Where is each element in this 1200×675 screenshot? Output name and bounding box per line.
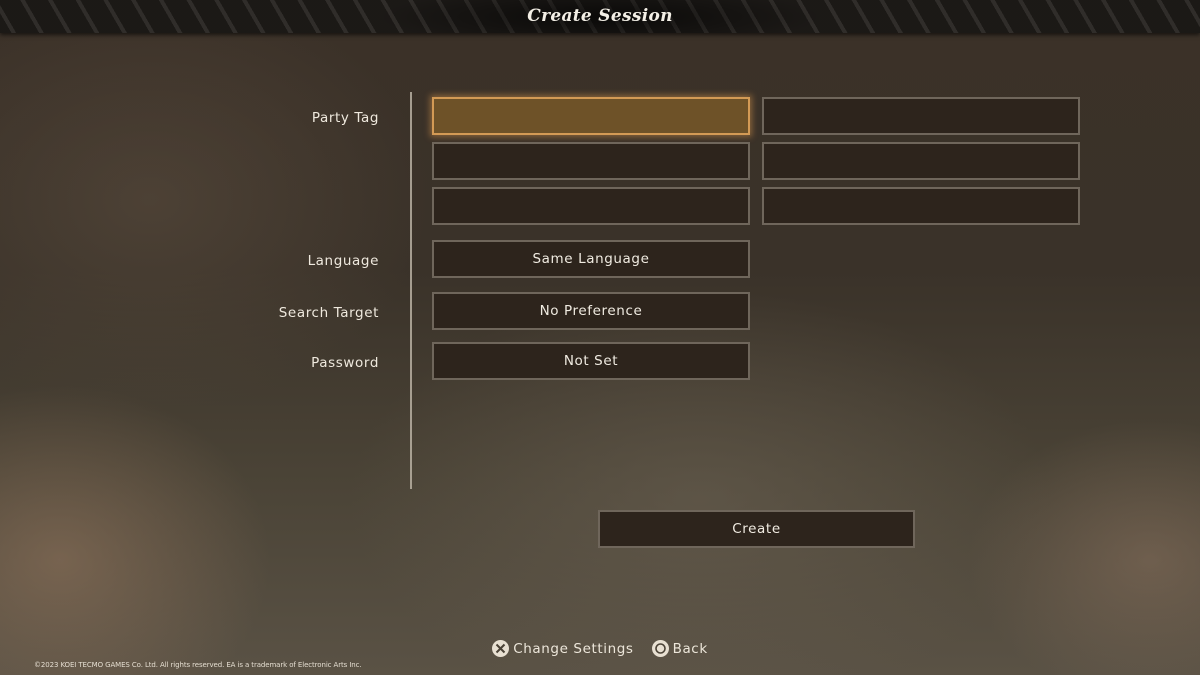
password-label: Password: [311, 355, 379, 371]
cross-button-icon: [492, 640, 510, 657]
party-tag-label: Party Tag: [311, 110, 379, 126]
circle-button-icon: [651, 640, 669, 657]
hint-label: Back: [672, 640, 708, 657]
language-select[interactable]: Same Language: [432, 240, 750, 278]
copyright-text: ©2023 KOEI TECMO GAMES Co. Ltd. All righ…: [34, 661, 362, 669]
party-tag-slot-1[interactable]: [432, 97, 750, 135]
party-tag-slot-4[interactable]: [762, 142, 1080, 180]
hint-back[interactable]: Back: [651, 640, 708, 657]
divider: [410, 92, 412, 489]
hint-label: Change Settings: [513, 640, 634, 657]
search-target-select[interactable]: No Preference: [432, 292, 750, 330]
party-tag-slot-5[interactable]: [432, 187, 750, 225]
party-tag-slot-6[interactable]: [762, 187, 1080, 225]
hint-change-settings[interactable]: Change Settings: [492, 640, 633, 657]
search-target-label: Search Target: [278, 305, 379, 321]
button-hints: Change Settings Back: [0, 640, 1200, 657]
page-title: Create Session: [527, 6, 673, 26]
party-tag-slot-3[interactable]: [432, 142, 750, 180]
create-button[interactable]: Create: [598, 510, 915, 548]
party-tag-slot-2[interactable]: [762, 97, 1080, 135]
password-select[interactable]: Not Set: [432, 342, 750, 380]
language-label: Language: [307, 253, 379, 269]
